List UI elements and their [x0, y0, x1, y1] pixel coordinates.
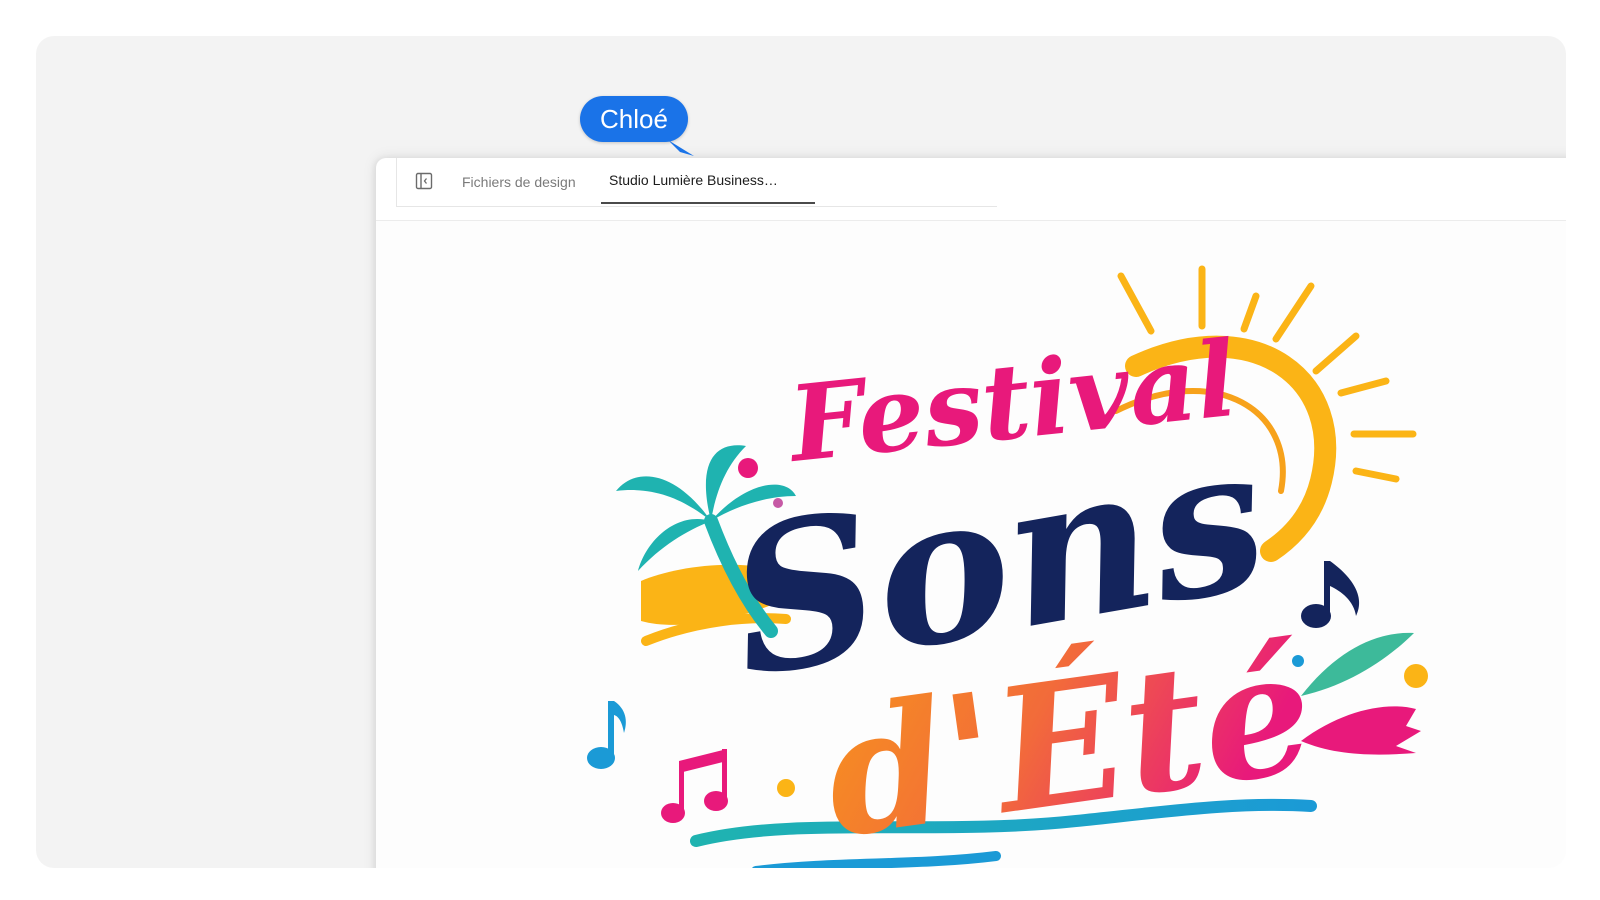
tab-bar: Fichiers de design Studio Lumière Busine… [396, 158, 997, 207]
tab-design-files-label: Fichiers de design [462, 174, 576, 190]
music-note-left [587, 701, 626, 769]
sidebar-panel-icon [415, 172, 433, 190]
workspace-background: Fichiers de design Studio Lumière Busine… [36, 36, 1566, 868]
collaborator-cursor-label: Chloé [580, 96, 688, 142]
collaborator-name: Chloé [600, 103, 668, 134]
music-note-center [661, 749, 728, 823]
teal-swoosh-right [1301, 632, 1414, 696]
tab-document[interactable]: Studio Lumière Business… [601, 158, 815, 204]
pink-brush-right [1301, 706, 1421, 755]
festival-logo-artwork: Festival Sons d'Été [587, 265, 1428, 868]
tab-design-files[interactable]: Fichiers de design [462, 158, 576, 206]
cursor-arrow-icon [668, 140, 694, 156]
design-canvas[interactable]: Festival Sons d'Été [376, 221, 1566, 868]
sidebar-toggle-button[interactable] [415, 172, 433, 190]
app-window: Fichiers de design Studio Lumière Busine… [376, 158, 1566, 868]
tab-document-label: Studio Lumière Business… [609, 172, 778, 188]
music-note-right [1301, 561, 1360, 628]
